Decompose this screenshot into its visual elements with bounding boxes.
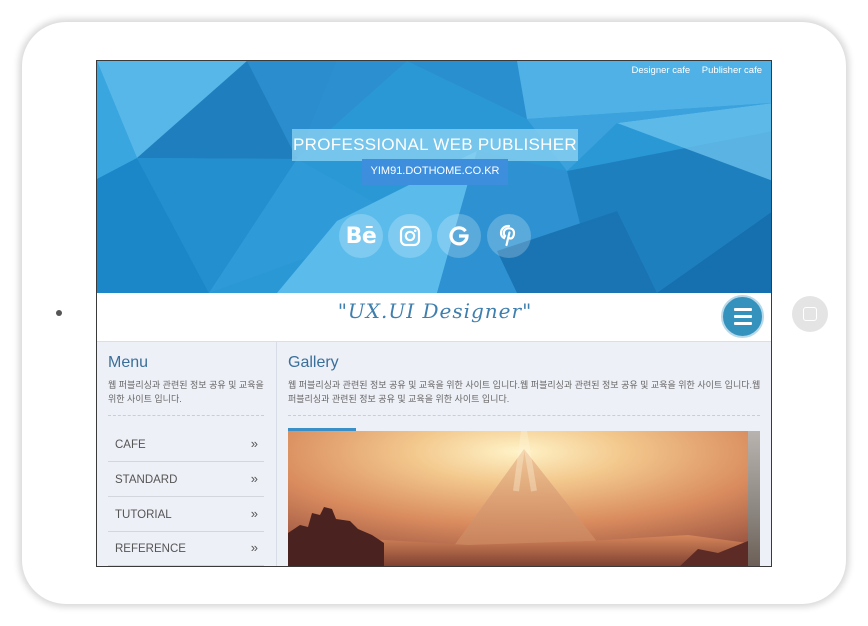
- hamburger-line: [734, 322, 752, 325]
- gallery-description: 웹 퍼블리싱과 관련된 정보 공유 및 교육을 위한 사이트 입니다.웹 퍼블리…: [288, 380, 761, 404]
- gallery-section: Gallery 웹 퍼블리싱과 관련된 정보 공유 및 교육을 위한 사이트 입…: [277, 342, 771, 566]
- gallery-title: Gallery: [288, 354, 339, 371]
- menu-item-tutorial[interactable]: TUTORIAL »: [108, 497, 264, 532]
- double-chevron-right-icon: »: [250, 506, 258, 521]
- gallery-image[interactable]: [288, 431, 748, 566]
- double-chevron-right-icon: »: [250, 540, 258, 555]
- double-chevron-right-icon: »: [250, 436, 258, 451]
- pinterest-icon[interactable]: [487, 214, 531, 258]
- hero-banner: Designer cafe Publisher cafe PROFESSIONA…: [97, 61, 771, 293]
- gallery-image-art: [288, 431, 748, 566]
- menu-item-label: TUTORIAL: [115, 509, 172, 521]
- gallery-next-image[interactable]: [748, 431, 760, 566]
- menu-item-cafe[interactable]: CAFE »: [108, 427, 264, 462]
- subheader-bar: "UX.UI Designer": [97, 293, 771, 342]
- sidebar-menu: Menu 웹 퍼블리싱과 관련된 정보 공유 및 교육을 위한 사이트 입니다.…: [97, 342, 277, 566]
- menu-item-label: CAFE: [115, 439, 146, 451]
- designer-cafe-link[interactable]: Designer cafe: [632, 65, 691, 76]
- menu-item-label: STANDARD: [115, 474, 178, 486]
- publisher-cafe-link[interactable]: Publisher cafe: [702, 65, 762, 76]
- menu-item-label: REFERENCE: [115, 543, 186, 555]
- menu-item-standard[interactable]: STANDARD »: [108, 462, 264, 497]
- sidebar-title: Menu: [108, 354, 149, 371]
- hamburger-menu-button[interactable]: [721, 295, 764, 338]
- instagram-icon[interactable]: [388, 214, 432, 258]
- hamburger-line: [734, 308, 752, 311]
- device-screen: Designer cafe Publisher cafe PROFESSIONA…: [96, 60, 772, 567]
- hamburger-line: [734, 315, 752, 318]
- hero-title: PROFESSIONAL WEB PUBLISHER: [292, 129, 578, 161]
- sidebar-description: 웹 퍼블리싱과 관련된 정보 공유 및 교육을 위한 사이트 입니다.: [108, 380, 264, 404]
- sidebar-divider: [108, 415, 264, 416]
- behance-glyph: Bē: [345, 223, 377, 249]
- google-icon[interactable]: [437, 214, 481, 258]
- camera-dot: [56, 310, 62, 316]
- menu-item-reference[interactable]: REFERENCE »: [108, 531, 264, 566]
- home-button[interactable]: [792, 296, 828, 332]
- gallery-divider: [288, 415, 760, 416]
- double-chevron-right-icon: »: [250, 471, 258, 486]
- site-url-badge[interactable]: YIM91.DOTHOME.CO.KR: [362, 159, 508, 185]
- top-links: Designer cafe Publisher cafe: [623, 65, 762, 76]
- home-button-icon: [803, 307, 817, 321]
- behance-icon[interactable]: Bē: [339, 214, 383, 258]
- slogan-text: "UX.UI Designer": [337, 299, 533, 323]
